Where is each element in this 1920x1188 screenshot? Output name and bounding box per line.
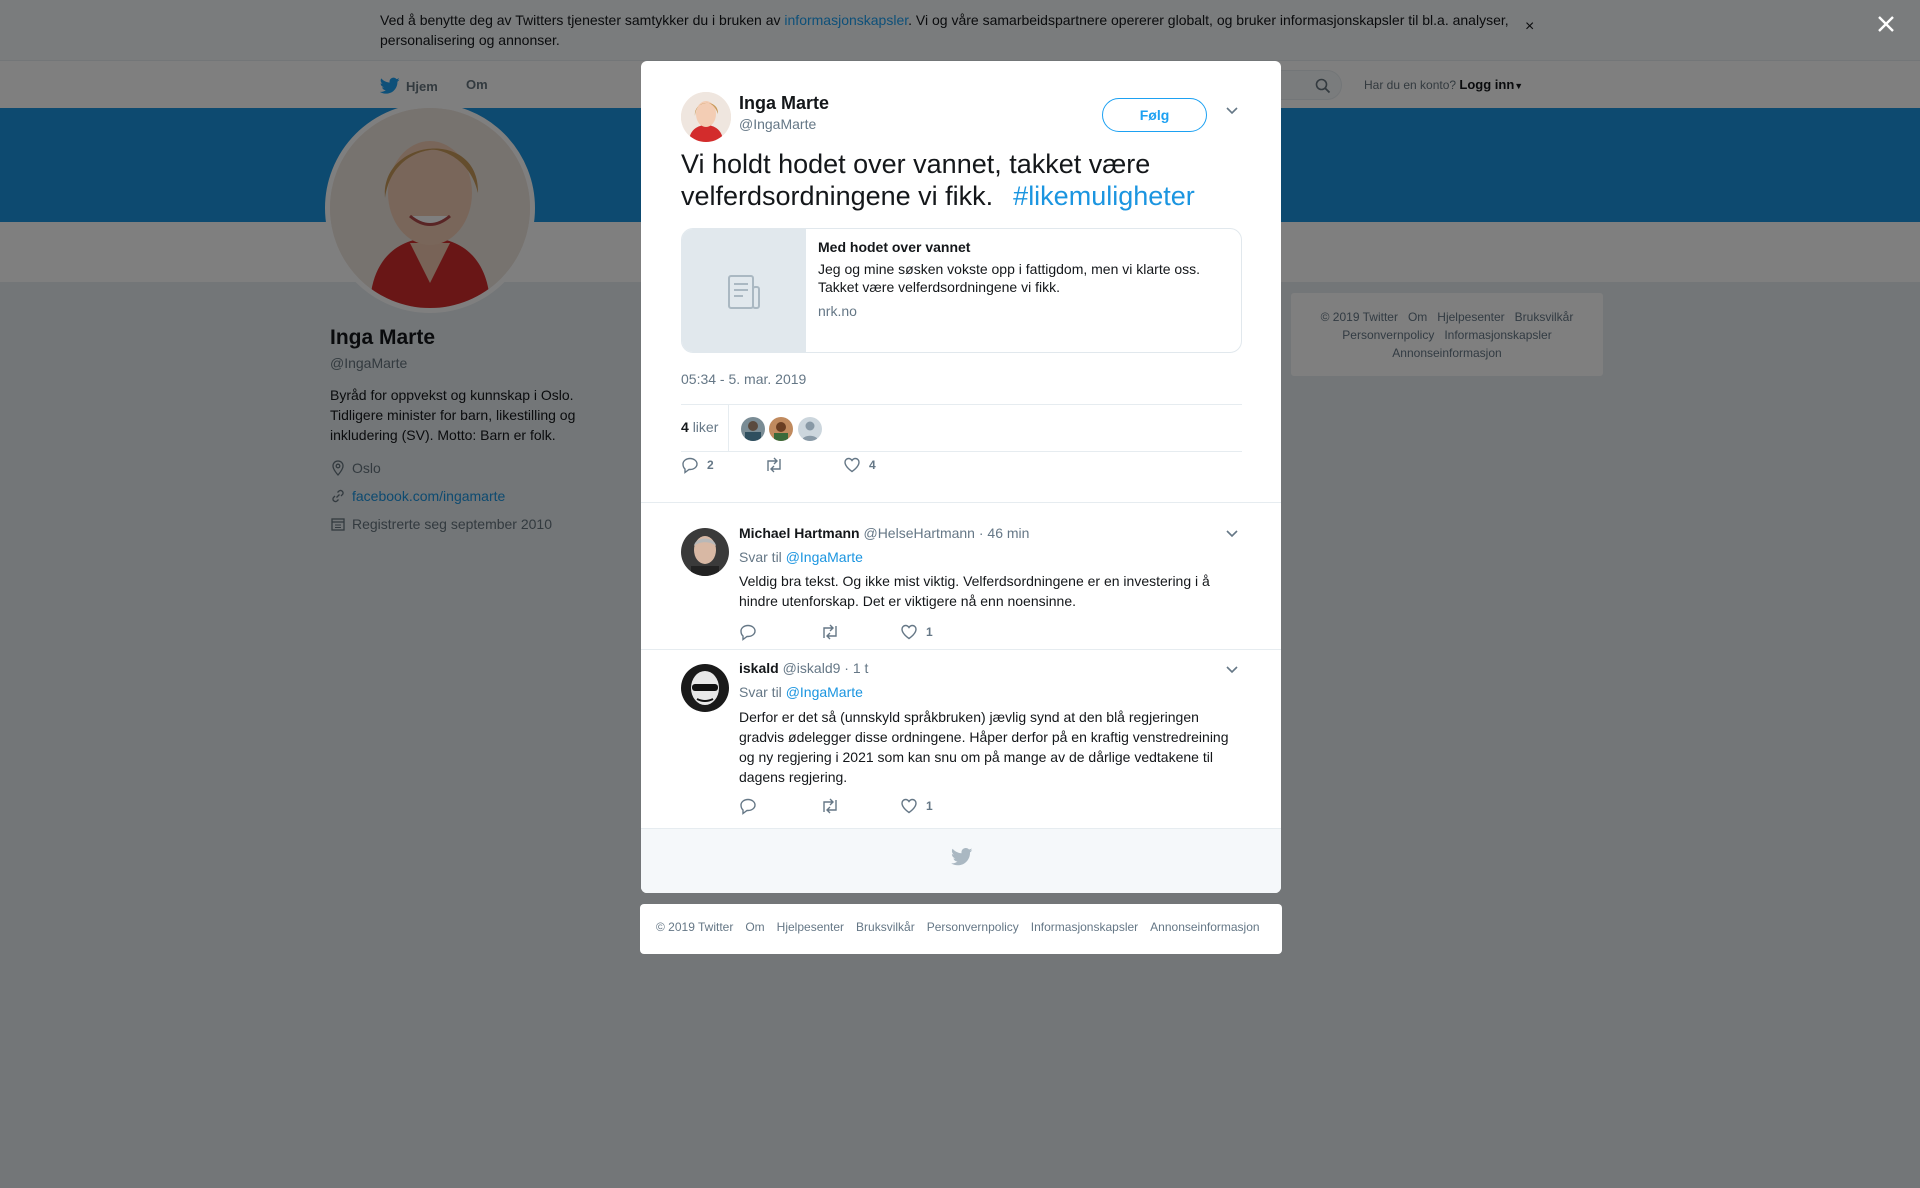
follow-button[interactable]: Følg [1102, 98, 1207, 132]
like-button[interactable]: 1 [900, 623, 933, 641]
liker-avatar[interactable] [769, 417, 793, 441]
reply-time[interactable]: · 1 t [844, 660, 868, 676]
reply-time[interactable]: · 46 min [979, 525, 1030, 541]
reply-text: Veldig bra tekst. Og ikke mist viktig. V… [739, 573, 1210, 609]
tweet-author-avatar[interactable] [681, 92, 731, 142]
reply-to-line: Svar til @IngaMarte [739, 684, 863, 700]
reply-author-name[interactable]: Michael Hartmann [739, 525, 860, 541]
heart-icon [901, 798, 917, 814]
likes-number: 4 [681, 419, 689, 435]
reply-button[interactable]: 2 [681, 456, 714, 474]
footer-link[interactable]: Hjelpesenter [777, 920, 844, 934]
tweet-author-handle[interactable]: @IngaMarte [739, 116, 816, 132]
tweet-actions: 2 4 [681, 456, 981, 484]
footer-link[interactable]: Om [745, 920, 764, 934]
reply-to-mention[interactable]: @IngaMarte [786, 684, 863, 700]
reply-header: Michael Hartmann @HelseHartmann · 46 min [739, 525, 1029, 541]
chevron-down-icon[interactable] [1225, 665, 1239, 675]
bottom-footer: © 2019 Twitter Om Hjelpesenter Bruksvilkår P… [640, 904, 1282, 954]
reply-author-handle[interactable]: @HelseHartmann [863, 525, 974, 541]
like-button[interactable]: 1 [900, 797, 933, 815]
retweet-button[interactable] [764, 456, 792, 474]
reply-author-handle[interactable]: @iskald9 [783, 660, 841, 676]
footer-copyright: © 2019 Twitter [656, 920, 734, 934]
like-count: 1 [926, 799, 933, 813]
reply-text: Derfor er det så (unnskyld språkbruken) … [739, 709, 1229, 785]
retweet-icon [823, 798, 837, 814]
article-icon [682, 229, 806, 352]
tweet-text: Vi holdt hodet over vannet, takket være … [681, 148, 1251, 212]
likes-count[interactable]: 4 liker [681, 419, 718, 435]
like-count: 1 [926, 625, 933, 639]
reply-icon [682, 457, 698, 474]
likes-label: liker [692, 419, 719, 435]
reply-tweet[interactable]: Michael Hartmann @HelseHartmann · 46 min… [641, 502, 1281, 641]
reply-tweet[interactable]: iskald @iskald9 · 1 t Svar til @IngaMart… [641, 649, 1281, 829]
retweet-icon [823, 624, 837, 640]
retweet-button[interactable] [820, 797, 848, 815]
tweet-author-name[interactable]: Inga Marte [739, 93, 829, 114]
reply-to-mention[interactable]: @IngaMarte [786, 549, 863, 565]
close-icon[interactable] [1874, 12, 1898, 36]
reply-to-label: Svar til [739, 684, 782, 700]
tweet-timestamp[interactable]: 05:34 - 5. mar. 2019 [681, 371, 806, 387]
card-title: Med hodet over vannet [818, 239, 971, 255]
twitter-bird-icon[interactable] [951, 848, 973, 866]
chevron-down-icon[interactable] [1225, 529, 1239, 539]
liker-avatar[interactable] [798, 417, 822, 441]
footer-link[interactable]: Informasjonskapsler [1031, 920, 1138, 934]
reply-to-line: Svar til @IngaMarte [739, 549, 863, 565]
link-card[interactable]: Med hodet over vannet Jeg og mine søsken… [681, 228, 1242, 353]
retweet-icon [767, 457, 781, 473]
heart-icon [901, 624, 917, 640]
reply-to-label: Svar til [739, 549, 782, 565]
reply-actions: 1 [739, 623, 1039, 647]
like-button[interactable]: 4 [843, 456, 876, 474]
reply-author-name[interactable]: iskald [739, 660, 779, 676]
modal-footer [641, 828, 1281, 893]
reply-author-avatar[interactable] [681, 528, 729, 576]
liker-avatar[interactable] [741, 417, 765, 441]
reply-author-avatar[interactable] [681, 664, 729, 712]
footer-link[interactable]: Bruksvilkår [856, 920, 915, 934]
tweet-stats: 4 liker [681, 404, 1242, 452]
like-count: 4 [869, 458, 876, 472]
reply-icon [740, 798, 756, 815]
reply-header: iskald @iskald9 · 1 t [739, 660, 868, 676]
chevron-down-icon[interactable] [1225, 106, 1239, 116]
reply-button[interactable] [739, 797, 765, 815]
retweet-button[interactable] [820, 623, 848, 641]
stats-divider [728, 405, 729, 451]
card-domain: nrk.no [818, 303, 857, 319]
card-description: Jeg og mine søsken vokste opp i fattigdo… [818, 261, 1201, 295]
tweet-hashtag[interactable]: #likemuligheter [1013, 181, 1195, 211]
footer-link[interactable]: Annonseinformasjon [1150, 920, 1259, 934]
reply-actions: 1 [739, 797, 1039, 821]
tweet-modal: Inga Marte @IngaMarte Følg Vi holdt hode… [641, 61, 1281, 893]
reply-count: 2 [707, 458, 714, 472]
footer-link[interactable]: Personvernpolicy [927, 920, 1019, 934]
heart-icon [844, 457, 860, 473]
reply-button[interactable] [739, 623, 765, 641]
reply-icon [740, 624, 756, 641]
